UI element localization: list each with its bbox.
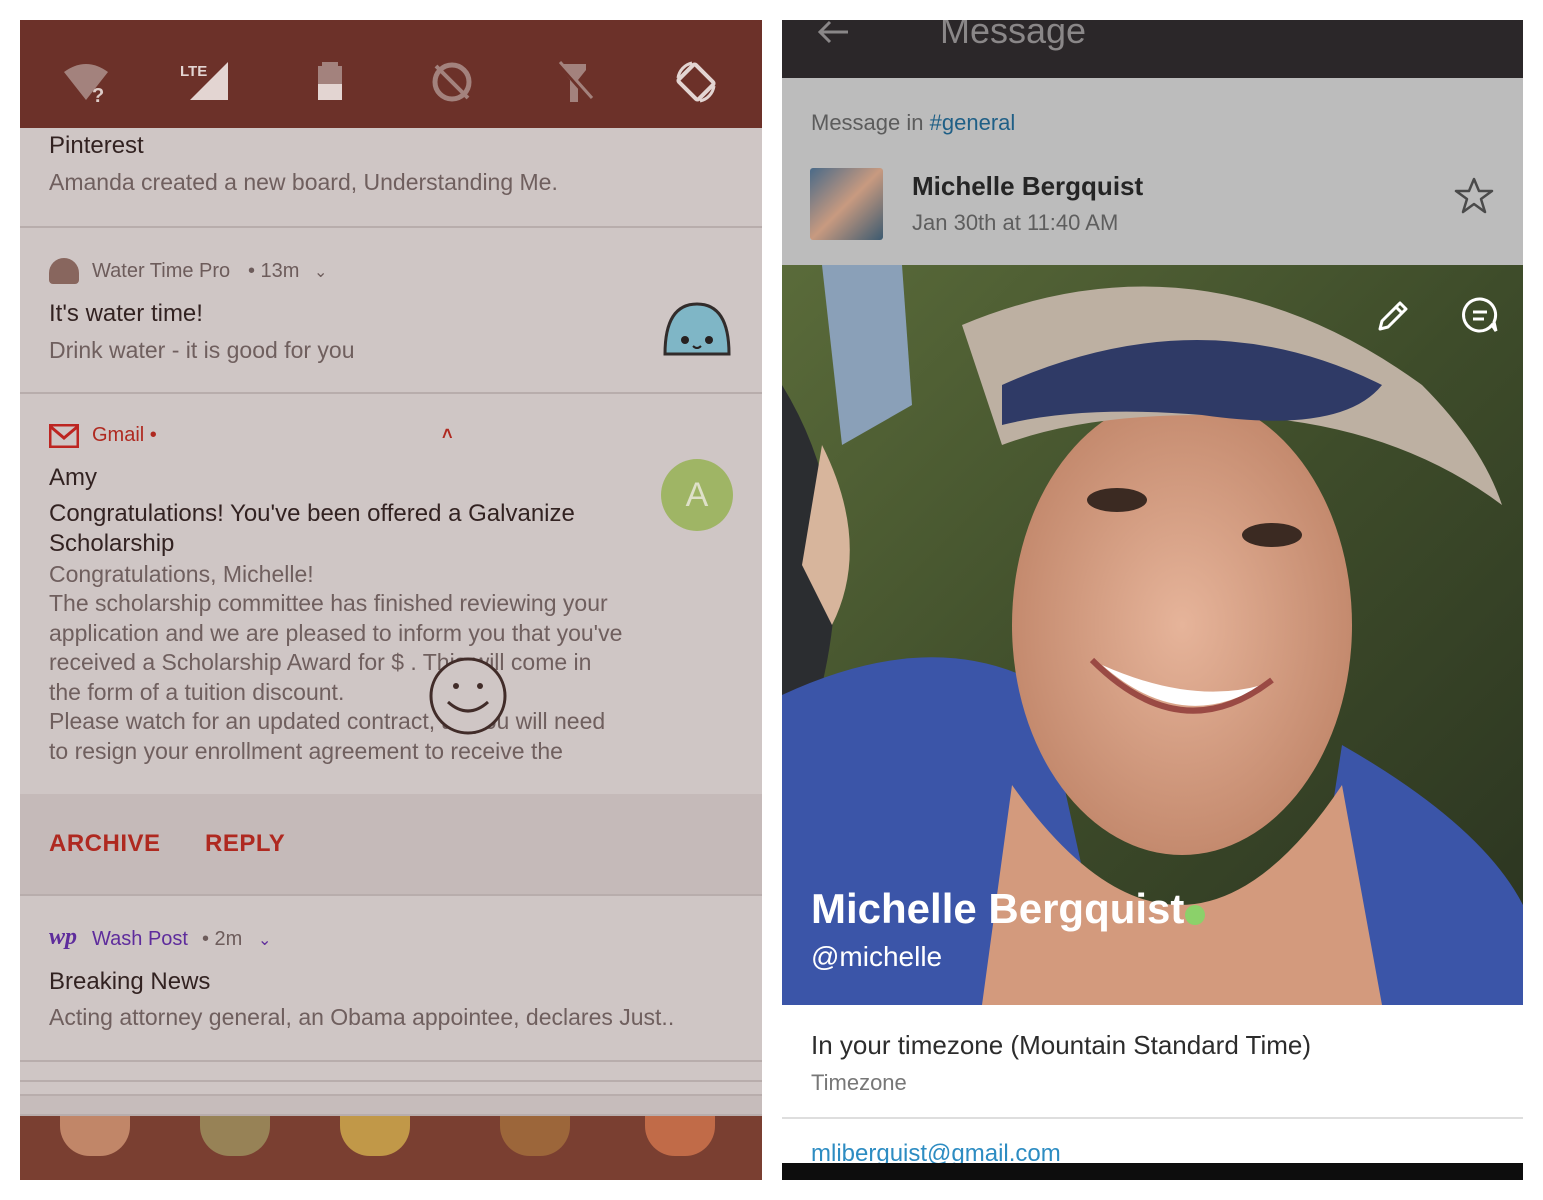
expand-chevron-icon[interactable]: ⌄ xyxy=(314,262,327,282)
notification-body: Acting attorney general, an Obama appoin… xyxy=(49,1004,675,1030)
profile-name: Michelle Bergquist xyxy=(811,885,1185,932)
email-body-line: to resign your enrollment agreement to r… xyxy=(49,738,563,764)
stacked-notification[interactable] xyxy=(20,1096,762,1116)
timezone-label: Timezone xyxy=(811,1070,907,1095)
data-saver-off-icon[interactable] xyxy=(428,58,476,106)
notification-app-name: Water Time Pro xyxy=(92,260,231,282)
notification-time: • 13m xyxy=(248,260,300,282)
message-context: Message in #general Michelle Bergquist J… xyxy=(782,78,1523,265)
flashlight-off-icon[interactable] xyxy=(550,58,598,106)
pencil-edit-icon[interactable] xyxy=(1374,297,1412,335)
channel-link[interactable]: #general xyxy=(930,110,1016,135)
email-body-line: Please watch for an updated contract, as… xyxy=(49,708,606,734)
notification-shade: ? LTE Pinterest Amanda created a new boa… xyxy=(20,20,762,1180)
notification-time: • 2m xyxy=(202,928,243,950)
notification-wash-post[interactable]: wp Wash Post • 2m ⌄ Breaking News Acting… xyxy=(20,896,762,1062)
email-body-line: application and we are pleased to inform… xyxy=(49,620,623,646)
notification-app-name: Wash Post xyxy=(92,928,188,950)
avatar[interactable] xyxy=(810,168,883,240)
wifi-unknown-icon[interactable]: ? xyxy=(62,58,110,107)
quick-settings-bar: ? LTE xyxy=(20,20,762,128)
stacked-notification[interactable] xyxy=(20,1062,762,1082)
star-icon[interactable] xyxy=(1454,176,1494,216)
notification-body: Drink water - it is good for you xyxy=(49,337,355,363)
message-timestamp: Jan 30th at 11:40 AM xyxy=(912,210,1119,235)
svg-text:?: ? xyxy=(92,85,104,106)
auto-rotate-icon[interactable] xyxy=(672,58,720,106)
wapo-logo-icon: wp xyxy=(49,924,78,950)
battery-icon[interactable] xyxy=(306,58,354,106)
email-subject-line-1: Congratulations! You've been offered a G… xyxy=(49,500,575,527)
bottom-bar xyxy=(782,1163,1523,1180)
online-status-dot xyxy=(1185,905,1205,925)
svg-text:LTE: LTE xyxy=(180,63,207,80)
email-sender: Amy xyxy=(49,464,97,491)
email-body-line: received a Scholarship Award for $ . Thi… xyxy=(49,649,592,675)
back-arrow-icon[interactable] xyxy=(816,20,850,44)
notification-gmail[interactable]: Gmail • ˄ Amy A Congratulations! You've … xyxy=(20,394,762,794)
stacked-notification[interactable] xyxy=(20,1082,762,1096)
email-subject-line-2: Scholarship xyxy=(49,530,175,557)
message-in-prefix: Message in xyxy=(811,110,924,135)
notification-title: Pinterest xyxy=(49,132,144,159)
email-body-line: the form of a tuition discount. xyxy=(49,679,345,705)
gmail-icon xyxy=(48,423,80,449)
notification-body: Amanda created a new board, Understandin… xyxy=(49,169,558,195)
sender-name[interactable]: Michelle Bergquist xyxy=(912,171,1143,202)
archive-button[interactable]: ARCHIVE xyxy=(49,830,161,858)
profile-handle: @michelle xyxy=(811,941,943,972)
notification-app-name: Gmail • xyxy=(92,424,157,446)
lte-signal-icon[interactable]: LTE xyxy=(180,58,228,106)
collapse-chevron-icon[interactable]: ˄ xyxy=(442,424,453,445)
reply-button[interactable]: REPLY xyxy=(205,830,285,858)
sender-avatar: A xyxy=(661,459,733,531)
timezone-value: In your timezone (Mountain Standard Time… xyxy=(811,1030,1312,1060)
water-app-icon xyxy=(49,258,79,284)
notification-title: It's water time! xyxy=(49,300,203,327)
direct-message-icon[interactable] xyxy=(1460,295,1500,335)
top-app-bar: Message xyxy=(782,20,1523,78)
slack-profile-screen: Message Message in #general Michelle Ber… xyxy=(782,20,1523,1180)
notification-title: Breaking News xyxy=(49,968,211,995)
email-body-line: Congratulations, Michelle! xyxy=(49,561,314,587)
email-body-line: The scholarship committee has finished r… xyxy=(49,590,608,616)
notification-water-time-pro[interactable]: Water Time Pro • 13m ⌄ It's water time! … xyxy=(20,228,762,394)
water-drop-mascot-icon xyxy=(661,298,733,362)
expand-chevron-icon[interactable]: ⌄ xyxy=(258,930,271,950)
page-title: Message xyxy=(940,20,1087,51)
message-in-label: Message in #general xyxy=(811,110,1015,136)
smiley-face-icon xyxy=(428,656,508,736)
divider xyxy=(782,1117,1523,1119)
notification-pinterest[interactable]: Pinterest Amanda created a new board, Un… xyxy=(20,128,762,228)
gmail-action-bar: ARCHIVE REPLY xyxy=(20,794,762,896)
profile-photo: Michelle Bergquist @michelle xyxy=(782,265,1523,1005)
